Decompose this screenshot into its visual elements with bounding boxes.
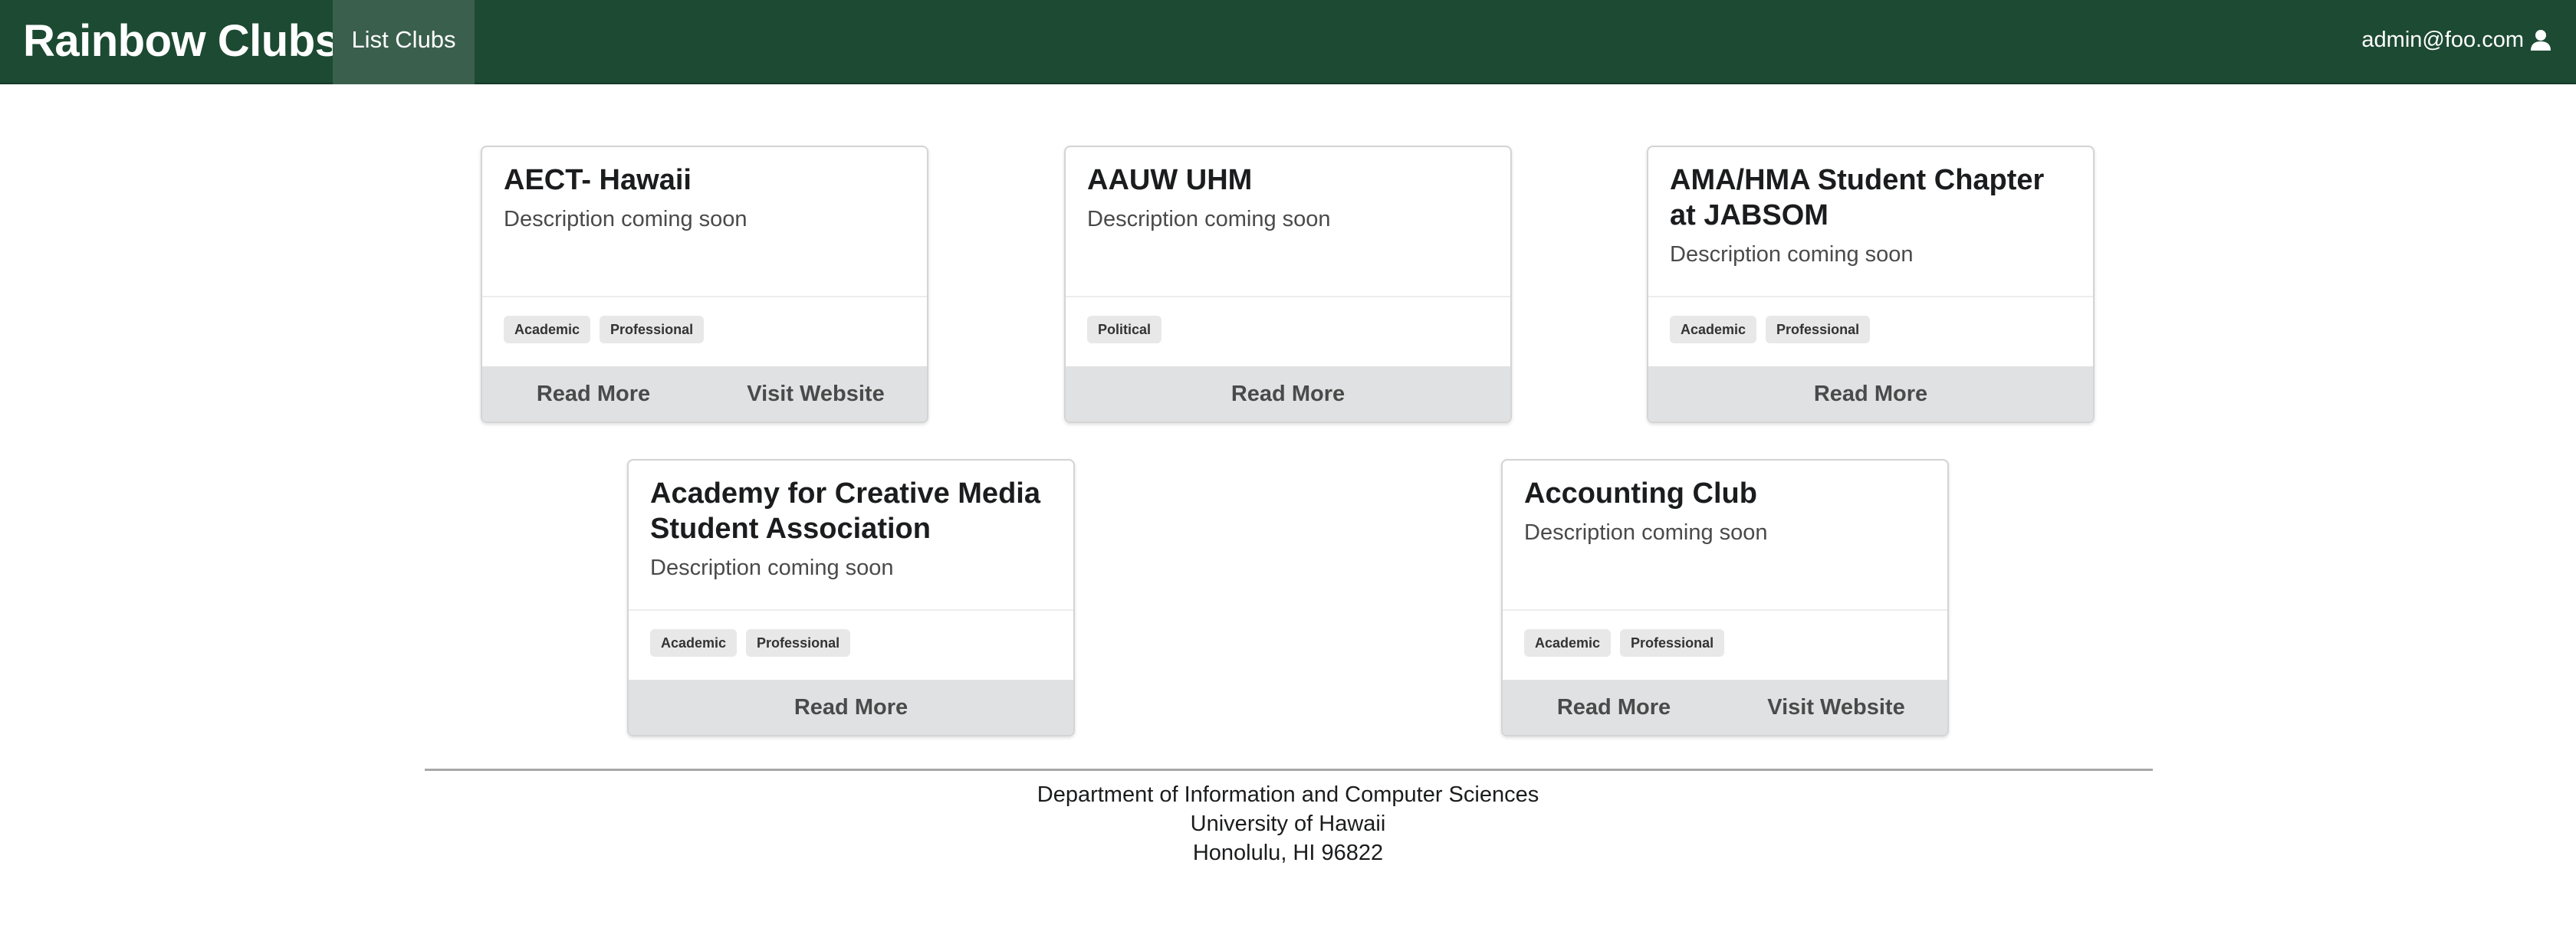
footer-divider (425, 769, 2153, 771)
card-content: AECT- Hawaii Description coming soon (482, 147, 927, 233)
read-more-button[interactable]: Read More (1503, 680, 1725, 735)
club-tags: Academic Professional (629, 609, 1073, 683)
club-card: AAUW UHM Description coming soon Politic… (1064, 146, 1512, 423)
footer: Department of Information and Computer S… (0, 780, 2576, 867)
club-description: Description coming soon (1087, 207, 1331, 231)
club-name: Accounting Club (1524, 477, 1757, 510)
card-button-group: Read More Visit Website (482, 366, 927, 421)
tag-label[interactable]: Academic (1670, 316, 1757, 343)
club-name: AMA/HMA Student Chapter at JABSOM (1670, 164, 2045, 231)
top-navbar: Rainbow Clubs List Clubs admin@foo.com (0, 0, 2576, 84)
club-description: Description coming soon (650, 556, 894, 580)
club-tags: Academic Professional (1503, 609, 1947, 683)
tag-label[interactable]: Academic (1524, 629, 1612, 657)
tag-label[interactable]: Academic (650, 629, 738, 657)
card-button-group: Read More Visit Website (1503, 680, 1947, 735)
footer-address: Honolulu, HI 96822 (1192, 841, 1384, 865)
visit-website-button[interactable]: Visit Website (1725, 680, 1947, 735)
footer-university: University of Hawaii (1190, 812, 1386, 836)
club-card: Accounting Club Description coming soon … (1501, 459, 1949, 736)
club-name: AAUW UHM (1087, 164, 1253, 196)
club-name: AECT- Hawaii (504, 164, 692, 196)
card-content: AMA/HMA Student Chapter at JABSOM Descri… (1648, 147, 2093, 268)
card-button-group: Read More (1066, 366, 1510, 421)
club-name: Academy for Creative Media Student Assoc… (650, 477, 1040, 545)
club-tags: Political (1066, 296, 1510, 369)
club-description: Description coming soon (504, 207, 748, 231)
tag-label[interactable]: Professional (1766, 316, 1871, 343)
club-tags: Academic Professional (1648, 296, 2093, 369)
card-content: AAUW UHM Description coming soon (1066, 147, 1510, 233)
club-tags: Academic Professional (482, 296, 927, 369)
footer-department: Department of Information and Computer S… (1037, 782, 1539, 807)
card-content: Academy for Creative Media Student Assoc… (629, 461, 1073, 582)
card-button-group: Read More (1648, 366, 2093, 421)
club-card: AECT- Hawaii Description coming soon Aca… (481, 146, 928, 423)
read-more-button[interactable]: Read More (482, 366, 705, 421)
tag-label[interactable]: Professional (1620, 629, 1725, 657)
read-more-button[interactable]: Read More (1066, 366, 1510, 421)
read-more-button[interactable]: Read More (1648, 366, 2093, 421)
user-email: admin@foo.com (2361, 27, 2524, 52)
tag-label[interactable]: Professional (600, 316, 705, 343)
user-menu[interactable]: admin@foo.com (2361, 0, 2553, 80)
nav-item-list-clubs[interactable]: List Clubs (333, 0, 475, 84)
brand-logo[interactable]: Rainbow Clubs (23, 11, 340, 72)
club-card: Academy for Creative Media Student Assoc… (627, 459, 1075, 736)
club-description: Description coming soon (1670, 242, 1914, 267)
tag-label[interactable]: Academic (504, 316, 591, 343)
card-content: Accounting Club Description coming soon (1503, 461, 1947, 546)
club-card: AMA/HMA Student Chapter at JABSOM Descri… (1647, 146, 2095, 423)
user-icon (2528, 28, 2553, 52)
visit-website-button[interactable]: Visit Website (705, 366, 927, 421)
club-description: Description coming soon (1524, 520, 1768, 545)
tag-label[interactable]: Professional (746, 629, 851, 657)
card-button-group: Read More (629, 680, 1073, 735)
tag-label[interactable]: Political (1087, 316, 1162, 343)
read-more-button[interactable]: Read More (629, 680, 1073, 735)
